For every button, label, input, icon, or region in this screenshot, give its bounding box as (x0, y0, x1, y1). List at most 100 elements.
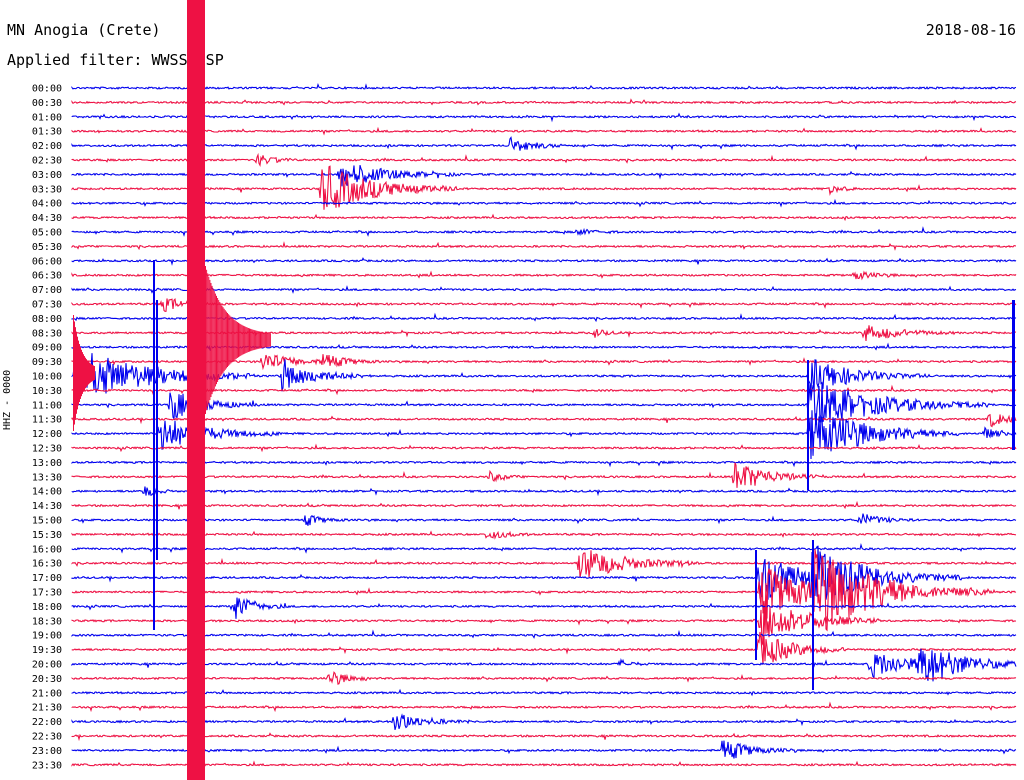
event-spike (1012, 300, 1015, 450)
saturated-event-band (187, 0, 205, 780)
trace-line (71, 126, 1017, 136)
y-tick-label: 12:30 (32, 444, 62, 455)
event-coda-stroke (73, 315, 74, 431)
y-tick-label: 14:30 (32, 501, 62, 512)
y-tick-label: 20:30 (32, 674, 62, 685)
event-coda-stroke (267, 333, 269, 347)
y-tick-label: 11:30 (32, 415, 62, 426)
event-coda-stroke (260, 331, 261, 349)
event-coda-stroke (249, 328, 250, 352)
trace-line (71, 165, 1017, 187)
event-coda-stroke (93, 365, 94, 381)
event-coda-stroke (85, 357, 86, 389)
event-coda-stroke (253, 329, 255, 351)
event-coda-stroke (246, 327, 248, 353)
event-coda-stroke (239, 323, 241, 357)
event-coda-stroke (225, 311, 227, 369)
y-tick-label: 10:00 (32, 372, 62, 383)
event-coda-stroke (261, 331, 263, 349)
event-coda-stroke (76, 332, 77, 414)
event-coda-stroke (224, 310, 226, 370)
event-coda-stroke (86, 359, 87, 387)
trace-line (71, 760, 1017, 770)
y-tick-label: 15:00 (32, 516, 62, 527)
y-tick-label: 13:00 (32, 458, 62, 469)
event-coda-stroke (74, 321, 75, 425)
event-coda-stroke (269, 333, 271, 347)
y-tick-label: 22:30 (32, 732, 62, 743)
y-tick-label: 00:30 (32, 98, 62, 109)
event-coda-stroke (220, 303, 222, 377)
y-tick-label: 18:00 (32, 602, 62, 613)
trace-line (71, 545, 1017, 613)
event-coda-stroke (240, 324, 242, 356)
trace-line (71, 486, 1017, 497)
y-tick-label: 21:30 (32, 703, 62, 714)
event-coda-stroke (231, 317, 233, 363)
event-coda-stroke (258, 331, 260, 349)
event-coda-stroke (206, 269, 208, 411)
y-tick-label: 06:30 (32, 271, 62, 282)
y-tick-label: 20:00 (32, 660, 62, 671)
y-tick-label: 16:30 (32, 559, 62, 570)
trace-line (71, 112, 1017, 123)
event-coda-stroke (216, 295, 217, 385)
event-coda-stroke (262, 332, 264, 348)
trace-line (71, 597, 1017, 619)
trace-line (71, 629, 1017, 639)
event-coda-stroke (256, 330, 258, 350)
event-coda-stroke (230, 316, 232, 364)
event-coda-stroke (265, 332, 267, 348)
event-coda-stroke (257, 331, 259, 349)
y-tick-label: 10:30 (32, 386, 62, 397)
event-coda-stroke (211, 285, 213, 395)
seismogram-plot: 00:00 00:30 01:00 01:30 02:00 02:30 03:00 03:30… (32, 0, 1017, 780)
trace-line (71, 136, 1017, 151)
event-coda-stroke (233, 319, 235, 361)
event-coda-stroke (254, 330, 256, 350)
event-coda-stroke (79, 344, 80, 402)
trace-line (71, 550, 1017, 578)
event-coda-stroke (209, 279, 211, 401)
event-coda-stroke (77, 336, 78, 410)
event-coda-stroke (214, 293, 216, 387)
event-coda-stroke (84, 356, 85, 390)
y-tick-label: 13:30 (32, 472, 62, 483)
y-tick-label: 23:00 (32, 746, 62, 757)
y-tick-label: 11:00 (32, 400, 62, 411)
trace-line (71, 257, 1017, 266)
event-coda-stroke (223, 308, 225, 372)
trace-line (71, 270, 1017, 281)
trace-line (71, 648, 1017, 682)
event-coda-stroke (217, 298, 219, 382)
trace-line (71, 542, 1017, 554)
y-tick-label: 08:00 (32, 314, 62, 325)
trace-line (71, 152, 1017, 167)
y-tick-label: 15:30 (32, 530, 62, 541)
event-spike (156, 300, 158, 560)
event-spike (812, 540, 814, 690)
y-tick-label: 08:30 (32, 328, 62, 339)
event-spike (153, 260, 155, 630)
y-tick-label: 16:00 (32, 544, 62, 555)
y-tick-label: 09:00 (32, 343, 62, 354)
y-tick-label: 01:30 (32, 127, 62, 138)
y-tick-label: 03:00 (32, 170, 62, 181)
y-tick-label: 04:00 (32, 199, 62, 210)
y-tick-label: 07:30 (32, 300, 62, 311)
trace-line (71, 601, 1017, 647)
trace-line (71, 460, 1017, 468)
y-tick-label: 14:00 (32, 487, 62, 498)
event-coda-stroke (212, 288, 214, 392)
event-coda-stroke (235, 321, 237, 359)
event-coda-stroke (266, 332, 268, 348)
event-coda-stroke (242, 325, 244, 355)
event-coda-stroke (234, 320, 236, 360)
trace-line (71, 513, 1017, 526)
y-tick-label: 12:00 (32, 429, 62, 440)
event-coda-stroke (218, 300, 220, 380)
trace-line (71, 443, 1017, 453)
event-coda-stroke (228, 314, 230, 366)
event-coda-stroke (268, 333, 270, 347)
event-coda-stroke (244, 326, 246, 354)
